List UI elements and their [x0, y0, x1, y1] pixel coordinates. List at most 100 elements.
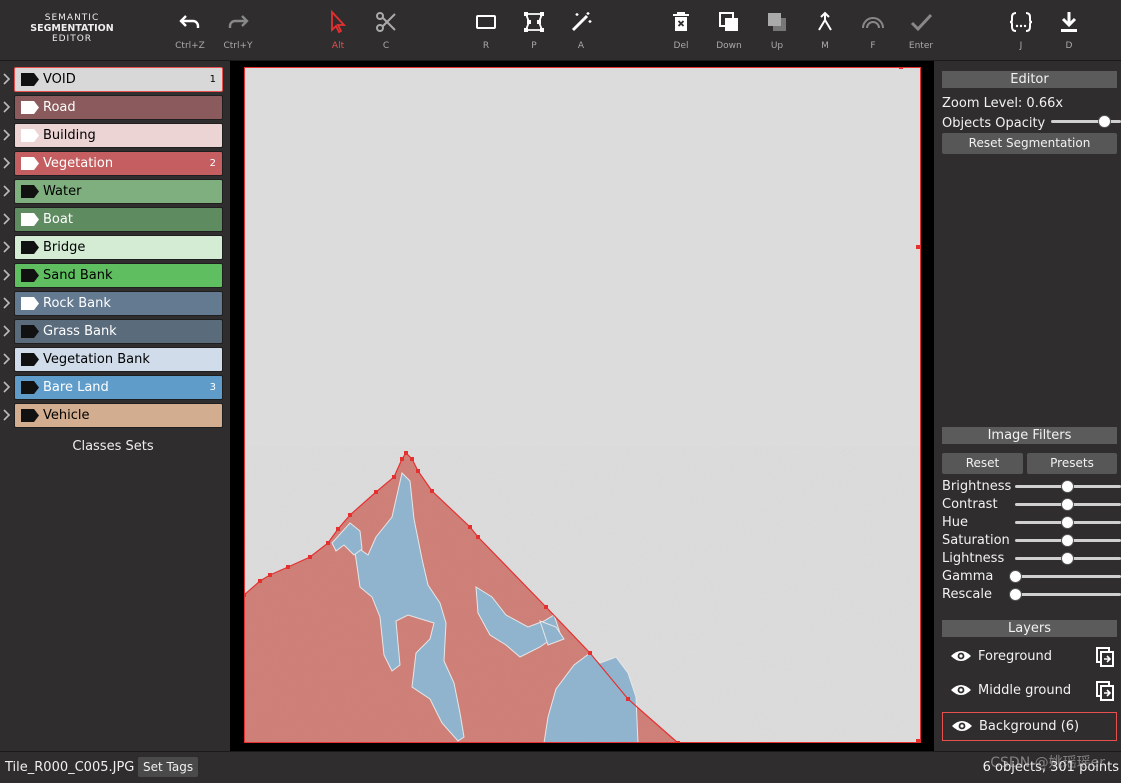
class-item[interactable]: Bridge	[0, 235, 230, 260]
layer-copy-icon[interactable]	[1095, 646, 1115, 668]
cut-tool-button[interactable]: C	[366, 10, 406, 51]
send-down-button[interactable]: Down	[709, 10, 749, 51]
vertex-point[interactable]	[348, 513, 352, 517]
class-box[interactable]: Water	[14, 179, 223, 204]
filter-slider[interactable]	[1015, 552, 1121, 565]
rectangle-tool-button[interactable]: R	[466, 10, 506, 51]
vertex-point[interactable]	[326, 541, 330, 545]
class-item[interactable]: Road	[0, 95, 230, 120]
vertex-point[interactable]	[268, 573, 272, 577]
chevron-right-icon[interactable]	[2, 241, 12, 253]
vertex-point[interactable]	[416, 469, 420, 473]
eye-icon[interactable]	[951, 718, 973, 734]
class-item[interactable]: Sand Bank	[0, 263, 230, 288]
objects-opacity-slider[interactable]	[1051, 115, 1121, 128]
layer-item[interactable]: Background (6)	[942, 712, 1117, 741]
class-item[interactable]: Boat	[0, 207, 230, 232]
canvas-area[interactable]	[230, 61, 934, 751]
layer-copy-icon[interactable]	[1095, 680, 1115, 702]
filter-slider[interactable]	[1015, 480, 1121, 493]
chevron-right-icon[interactable]	[2, 129, 12, 141]
filter-slider-knob[interactable]	[1060, 534, 1074, 547]
chevron-right-icon[interactable]	[2, 297, 12, 309]
class-item[interactable]: Bare Land 3	[0, 375, 230, 400]
filter-slider[interactable]	[1009, 570, 1121, 583]
layer-item[interactable]: Middle ground	[942, 677, 1117, 706]
class-box[interactable]: Grass Bank	[14, 319, 223, 344]
class-box[interactable]: Road	[14, 95, 223, 120]
class-box[interactable]: Bridge	[14, 235, 223, 260]
vertex-point[interactable]	[916, 739, 920, 743]
filter-slider[interactable]	[1015, 498, 1121, 511]
class-item[interactable]: VOID 1	[0, 67, 230, 92]
delete-button[interactable]: Del	[661, 10, 701, 51]
vertex-point[interactable]	[244, 593, 246, 597]
class-item[interactable]: Grass Bank	[0, 319, 230, 344]
class-box[interactable]: Bare Land 3	[14, 375, 223, 400]
chevron-right-icon[interactable]	[2, 157, 12, 169]
filter-slider-knob[interactable]	[1060, 498, 1074, 511]
vertex-point[interactable]	[468, 525, 472, 529]
segmentation-canvas[interactable]	[244, 67, 921, 743]
vertex-point[interactable]	[899, 67, 903, 69]
class-box[interactable]: Rock Bank	[14, 291, 223, 316]
vertex-point[interactable]	[430, 489, 434, 493]
vertex-point[interactable]	[676, 741, 680, 743]
filter-slider[interactable]	[1015, 516, 1121, 529]
chevron-right-icon[interactable]	[2, 381, 12, 393]
class-item[interactable]: Building	[0, 123, 230, 148]
chevron-right-icon[interactable]	[2, 185, 12, 197]
vertex-point[interactable]	[916, 245, 920, 249]
reset-segmentation-button[interactable]: Reset Segmentation	[942, 133, 1117, 154]
class-item[interactable]: Vegetation Bank	[0, 347, 230, 372]
class-box[interactable]: Vehicle	[14, 403, 223, 428]
class-item[interactable]: Water	[0, 179, 230, 204]
chevron-right-icon[interactable]	[2, 353, 12, 365]
eye-icon[interactable]	[950, 682, 972, 698]
filter-slider-knob[interactable]	[1009, 570, 1022, 583]
class-box[interactable]: Sand Bank	[14, 263, 223, 288]
vertex-point[interactable]	[544, 605, 548, 609]
filter-slider-knob[interactable]	[1060, 552, 1074, 565]
filter-slider-knob[interactable]	[1060, 480, 1074, 493]
class-item[interactable]: Rock Bank	[0, 291, 230, 316]
vertex-point[interactable]	[308, 555, 312, 559]
layer-item[interactable]: Foreground	[942, 643, 1117, 672]
class-box[interactable]: Building	[14, 123, 223, 148]
vertex-point[interactable]	[374, 490, 378, 494]
filters-presets-button[interactable]: Presets	[1027, 453, 1117, 474]
vertex-point[interactable]	[404, 451, 408, 455]
eye-icon[interactable]	[950, 648, 972, 664]
redo-button[interactable]: Ctrl+Y	[218, 10, 258, 51]
merge-button[interactable]: M	[805, 10, 845, 51]
class-item[interactable]: Vegetation 2	[0, 151, 230, 176]
filter-slider-knob[interactable]	[1060, 516, 1074, 529]
vertex-point[interactable]	[400, 457, 404, 461]
chevron-right-icon[interactable]	[2, 213, 12, 225]
vertex-point[interactable]	[410, 457, 414, 461]
chevron-right-icon[interactable]	[2, 325, 12, 337]
vertex-point[interactable]	[258, 579, 262, 583]
filter-slider[interactable]	[1009, 588, 1121, 601]
filter-slider-knob[interactable]	[1009, 588, 1022, 601]
enter-button[interactable]: Enter	[901, 10, 941, 51]
select-tool-button[interactable]: Alt	[318, 10, 358, 51]
vertex-point[interactable]	[588, 651, 592, 655]
auto-tool-button[interactable]: A	[561, 10, 601, 51]
class-box[interactable]: Boat	[14, 207, 223, 232]
chevron-right-icon[interactable]	[2, 101, 12, 113]
filters-reset-button[interactable]: Reset	[942, 453, 1023, 474]
chevron-right-icon[interactable]	[2, 269, 12, 281]
vertex-point[interactable]	[476, 535, 480, 539]
download-button[interactable]: D	[1049, 10, 1089, 51]
class-item[interactable]: Vehicle	[0, 403, 230, 428]
undo-button[interactable]: Ctrl+Z	[170, 10, 210, 51]
vertex-point[interactable]	[626, 697, 630, 701]
fill-button[interactable]: F	[853, 10, 893, 51]
json-button[interactable]: J	[1001, 10, 1041, 51]
filter-slider[interactable]	[1015, 534, 1121, 547]
objects-opacity-knob[interactable]	[1097, 115, 1111, 128]
chevron-right-icon[interactable]	[2, 409, 12, 421]
set-tags-button[interactable]: Set Tags	[138, 757, 199, 777]
vertex-point[interactable]	[336, 527, 340, 531]
